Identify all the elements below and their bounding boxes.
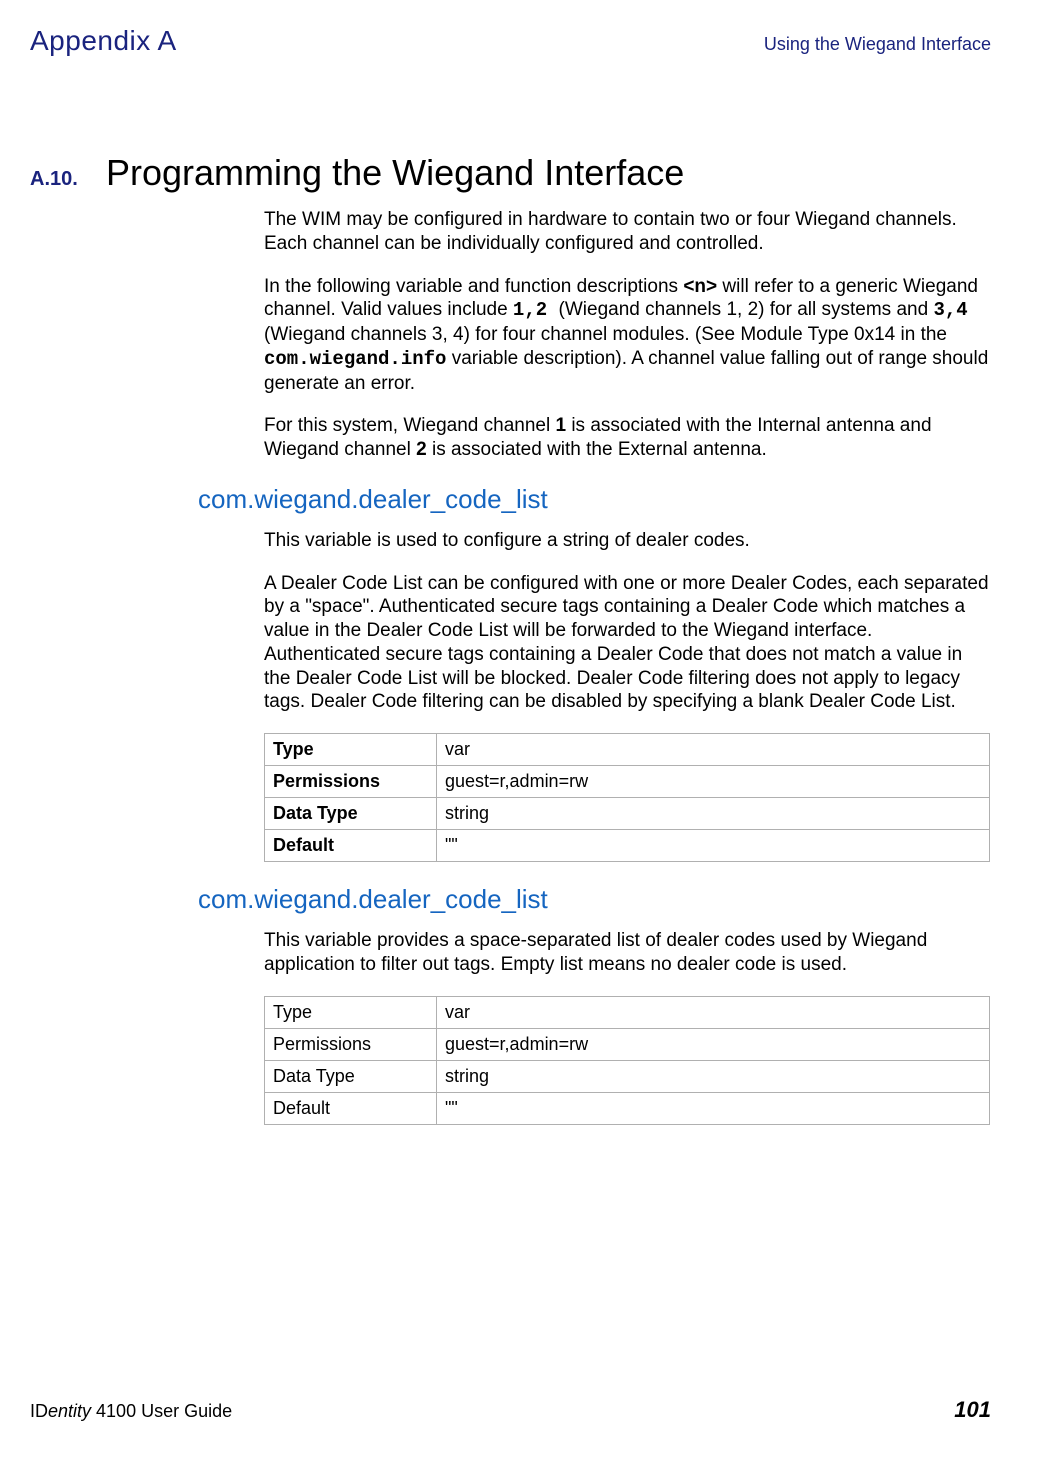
channel-1: 1 [555, 415, 566, 436]
cell-permissions-value: guest=r,admin=rw [437, 1028, 990, 1060]
property-table-1: Type var Permissions guest=r,admin=rw Da… [264, 733, 990, 862]
subheading-dealer-code-list-2: com.wiegand.dealer_code_list [198, 884, 991, 915]
cell-type-label: Type [265, 996, 437, 1028]
values-34: 3,4 [933, 299, 967, 321]
footer-doc-title: IDentity 4100 User Guide [30, 1401, 232, 1422]
header-subtitle: Using the Wiegand Interface [764, 34, 991, 55]
appendix-title: Appendix A [30, 25, 177, 57]
table-row: Data Type string [265, 798, 990, 830]
table-row: Permissions guest=r,admin=rw [265, 766, 990, 798]
table-row: Default "" [265, 830, 990, 862]
cell-type-value: var [437, 996, 990, 1028]
table-row: Default "" [265, 1092, 990, 1124]
table-row: Permissions guest=r,admin=rw [265, 1028, 990, 1060]
page-header: Appendix A Using the Wiegand Interface [30, 25, 991, 57]
section-title: Programming the Wiegand Interface [106, 152, 684, 194]
cell-datatype-value: string [437, 1060, 990, 1092]
channel-2: 2 [416, 439, 427, 460]
table-row: Type var [265, 996, 990, 1028]
para-intro-1: The WIM may be configured in hardware to… [264, 208, 991, 256]
cell-default-value: "" [437, 830, 990, 862]
cell-permissions-label: Permissions [265, 1028, 437, 1060]
text: (Wiegand channels 3, 4) for four channel… [264, 324, 947, 345]
sub2-p1: This variable provides a space-separated… [264, 929, 991, 977]
var-com-wiegand-info: com.wiegand.info [264, 348, 446, 370]
sub1-p2: A Dealer Code List can be configured wit… [264, 572, 991, 715]
page: Appendix A Using the Wiegand Interface A… [0, 0, 1051, 1463]
section-a10: A.10. Programming the Wiegand Interface … [30, 152, 991, 1125]
text: (Wiegand channels 1, 2) for all systems … [559, 299, 934, 320]
page-number: 101 [954, 1397, 991, 1423]
text: In the following variable and function d… [264, 276, 683, 297]
cell-datatype-value: string [437, 798, 990, 830]
property-table-2: Type var Permissions guest=r,admin=rw Da… [264, 996, 990, 1125]
text: 4100 User Guide [91, 1401, 232, 1421]
section-number: A.10. [30, 168, 106, 191]
subheading-dealer-code-list-1: com.wiegand.dealer_code_list [198, 484, 991, 515]
cell-default-label: Default [265, 830, 437, 862]
text: is associated with the External antenna. [427, 439, 767, 460]
sub1-p1: This variable is used to configure a str… [264, 529, 991, 553]
para-intro-3: For this system, Wiegand channel 1 is as… [264, 414, 991, 462]
values-12: 1,2 [513, 299, 559, 321]
text-italic: entity [48, 1401, 91, 1421]
text: For this system, Wiegand channel [264, 415, 555, 436]
table-row: Type var [265, 734, 990, 766]
cell-default-label: Default [265, 1092, 437, 1124]
cell-datatype-label: Data Type [265, 798, 437, 830]
cell-default-value: "" [437, 1092, 990, 1124]
placeholder-n: <n> [683, 276, 717, 297]
page-footer: IDentity 4100 User Guide 101 [30, 1397, 991, 1423]
cell-type-value: var [437, 734, 990, 766]
table-row: Data Type string [265, 1060, 990, 1092]
text: ID [30, 1401, 48, 1421]
cell-permissions-label: Permissions [265, 766, 437, 798]
cell-datatype-label: Data Type [265, 1060, 437, 1092]
cell-type-label: Type [265, 734, 437, 766]
cell-permissions-value: guest=r,admin=rw [437, 766, 990, 798]
para-intro-2: In the following variable and function d… [264, 275, 991, 396]
